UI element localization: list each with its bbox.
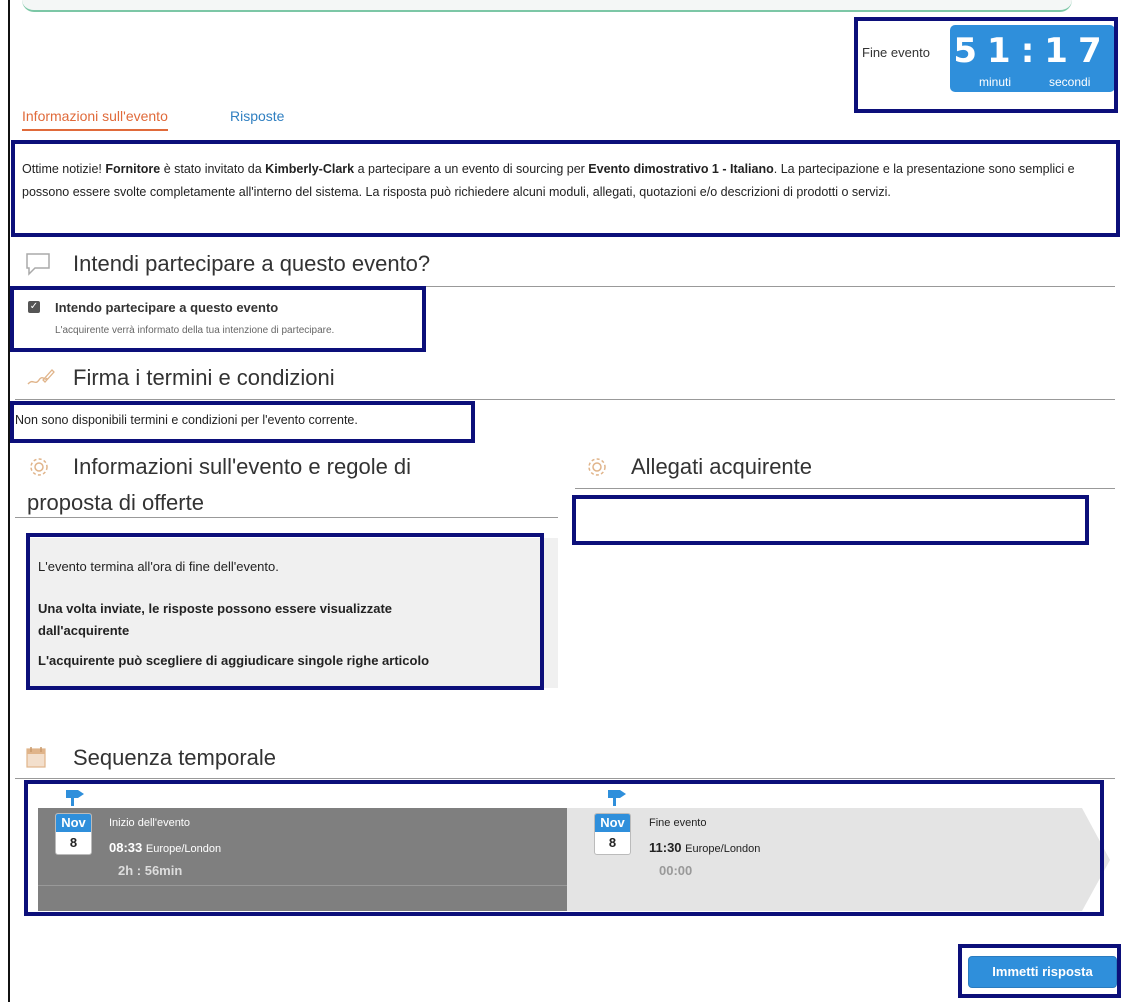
highlight-timeline	[24, 780, 1104, 916]
gear-icon	[30, 458, 48, 476]
attachments-section-title: Allegati acquirente	[631, 454, 813, 479]
divider	[15, 778, 1115, 779]
highlight-timer	[854, 17, 1118, 113]
gear-icon	[588, 458, 606, 476]
top-header-strip	[22, 0, 1072, 12]
highlight-terms	[10, 401, 475, 443]
highlight-rules	[26, 533, 544, 690]
intent-section-title: Intendi partecipare a questo evento?	[73, 251, 431, 276]
divider	[15, 399, 1115, 400]
divider	[15, 517, 558, 518]
timeline-section-title: Sequenza temporale	[73, 745, 277, 770]
divider	[575, 488, 1115, 489]
highlight-submit	[958, 944, 1121, 998]
signature-pen-icon	[27, 369, 55, 385]
calendar-icon	[26, 747, 46, 768]
rules-section-title-line1: Informazioni sull'evento e regole di	[73, 454, 412, 479]
tab-event-info[interactable]: Informazioni sull'evento	[22, 108, 168, 131]
highlight-intro	[11, 140, 1120, 237]
terms-section-title: Firma i termini e condizioni	[73, 365, 335, 390]
rules-section-title-line2: proposta di offerte	[27, 490, 204, 515]
highlight-attachments	[572, 495, 1089, 545]
tab-responses[interactable]: Risposte	[230, 108, 284, 124]
speech-bubble-icon	[26, 253, 50, 276]
highlight-intent	[10, 286, 426, 352]
